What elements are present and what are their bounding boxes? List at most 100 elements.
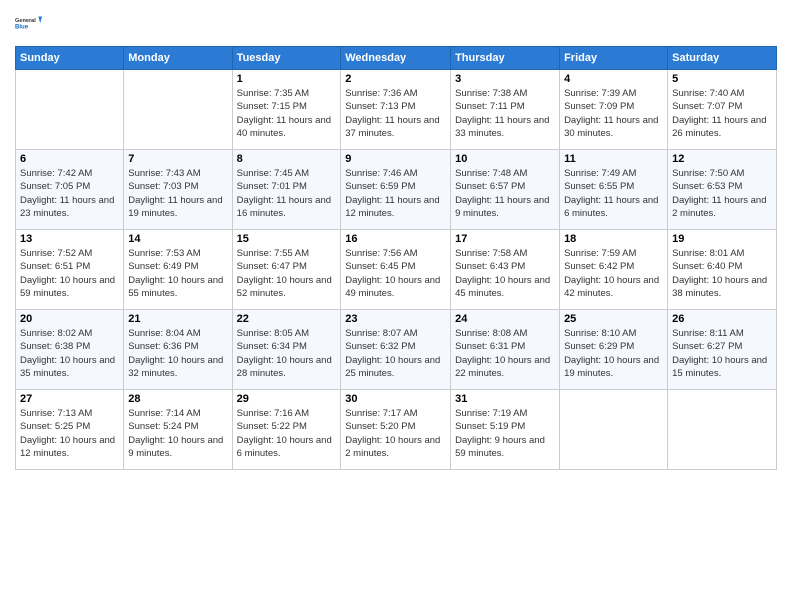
day-cell: 16 Sunrise: 7:56 AM Sunset: 6:45 PM Dayli… [341, 230, 451, 310]
day-info: Sunrise: 7:55 AM Sunset: 6:47 PM Dayligh… [237, 247, 337, 300]
day-info: Sunrise: 7:50 AM Sunset: 6:53 PM Dayligh… [672, 167, 772, 220]
day-of-week-saturday: Saturday [668, 47, 777, 70]
day-cell: 1 Sunrise: 7:35 AM Sunset: 7:15 PM Daylig… [232, 70, 341, 150]
day-info: Sunrise: 7:56 AM Sunset: 6:45 PM Dayligh… [345, 247, 446, 300]
day-cell [16, 70, 124, 150]
day-cell: 25 Sunrise: 8:10 AM Sunset: 6:29 PM Dayli… [560, 310, 668, 390]
day-number: 2 [345, 73, 446, 85]
day-cell: 28 Sunrise: 7:14 AM Sunset: 5:24 PM Dayli… [124, 390, 232, 470]
day-info: Sunrise: 7:19 AM Sunset: 5:19 PM Dayligh… [455, 407, 555, 460]
day-of-week-sunday: Sunday [16, 47, 124, 70]
day-number: 25 [564, 313, 663, 325]
day-cell: 21Sunrise: 8:04 AM Sunset: 6:36 PM Dayli… [124, 310, 232, 390]
day-number: 31 [455, 393, 555, 405]
day-info: Sunrise: 8:05 AM Sunset: 6:34 PM Dayligh… [237, 327, 337, 380]
day-info: Sunrise: 8:11 AM Sunset: 6:27 PM Dayligh… [672, 327, 772, 380]
calendar-header: SundayMondayTuesdayWednesdayThursdayFrid… [16, 47, 777, 70]
day-info: Sunrise: 7:40 AM Sunset: 7:07 PM Dayligh… [672, 87, 772, 140]
day-info: Sunrise: 7:16 AM Sunset: 5:22 PM Dayligh… [237, 407, 337, 460]
day-cell [124, 70, 232, 150]
day-cell: 18 Sunrise: 7:59 AM Sunset: 6:42 PM Dayli… [560, 230, 668, 310]
day-info: Sunrise: 7:49 AM Sunset: 6:55 PM Dayligh… [564, 167, 663, 220]
day-info: Sunrise: 7:42 AM Sunset: 7:05 PM Dayligh… [20, 167, 119, 220]
day-info: Sunrise: 7:13 AM Sunset: 5:25 PM Dayligh… [20, 407, 119, 460]
day-number: 1 [237, 73, 337, 85]
week-row-1: 1 Sunrise: 7:35 AM Sunset: 7:15 PM Daylig… [16, 70, 777, 150]
day-number: 29 [237, 393, 337, 405]
week-row-3: 13 Sunrise: 7:52 AM Sunset: 6:51 PM Dayli… [16, 230, 777, 310]
logo: General Blue [15, 10, 43, 38]
day-cell: 22 Sunrise: 8:05 AM Sunset: 6:34 PM Dayli… [232, 310, 341, 390]
day-info: Sunrise: 7:52 AM Sunset: 6:51 PM Dayligh… [20, 247, 119, 300]
day-number: 22 [237, 313, 337, 325]
day-cell: 26 Sunrise: 8:11 AM Sunset: 6:27 PM Dayli… [668, 310, 777, 390]
day-number: 17 [455, 233, 555, 245]
day-header-row: SundayMondayTuesdayWednesdayThursdayFrid… [16, 47, 777, 70]
day-cell: 23Sunrise: 8:07 AM Sunset: 6:32 PM Dayli… [341, 310, 451, 390]
day-info: Sunrise: 7:35 AM Sunset: 7:15 PM Dayligh… [237, 87, 337, 140]
day-cell: 3 Sunrise: 7:38 AM Sunset: 7:11 PM Daylig… [451, 70, 560, 150]
day-cell: 17 Sunrise: 7:58 AM Sunset: 6:43 PM Dayli… [451, 230, 560, 310]
day-cell: 27Sunrise: 7:13 AM Sunset: 5:25 PM Dayli… [16, 390, 124, 470]
day-info: Sunrise: 7:43 AM Sunset: 7:03 PM Dayligh… [128, 167, 227, 220]
day-of-week-friday: Friday [560, 47, 668, 70]
day-info: Sunrise: 7:39 AM Sunset: 7:09 PM Dayligh… [564, 87, 663, 140]
day-of-week-thursday: Thursday [451, 47, 560, 70]
calendar-body: 1 Sunrise: 7:35 AM Sunset: 7:15 PM Daylig… [16, 70, 777, 470]
day-info: Sunrise: 7:58 AM Sunset: 6:43 PM Dayligh… [455, 247, 555, 300]
day-cell: 13 Sunrise: 7:52 AM Sunset: 6:51 PM Dayli… [16, 230, 124, 310]
day-number: 15 [237, 233, 337, 245]
day-cell: 15 Sunrise: 7:55 AM Sunset: 6:47 PM Dayli… [232, 230, 341, 310]
day-number: 14 [128, 233, 227, 245]
day-info: Sunrise: 8:10 AM Sunset: 6:29 PM Dayligh… [564, 327, 663, 380]
day-info: Sunrise: 7:38 AM Sunset: 7:11 PM Dayligh… [455, 87, 555, 140]
day-number: 20 [20, 313, 119, 325]
day-info: Sunrise: 7:36 AM Sunset: 7:13 PM Dayligh… [345, 87, 446, 140]
day-number: 24 [455, 313, 555, 325]
day-cell [560, 390, 668, 470]
day-number: 4 [564, 73, 663, 85]
day-info: Sunrise: 7:45 AM Sunset: 7:01 PM Dayligh… [237, 167, 337, 220]
day-of-week-monday: Monday [124, 47, 232, 70]
day-cell: 14 Sunrise: 7:53 AM Sunset: 6:49 PM Dayli… [124, 230, 232, 310]
day-number: 18 [564, 233, 663, 245]
day-cell: 2 Sunrise: 7:36 AM Sunset: 7:13 PM Daylig… [341, 70, 451, 150]
day-cell: 20Sunrise: 8:02 AM Sunset: 6:38 PM Dayli… [16, 310, 124, 390]
day-info: Sunrise: 7:59 AM Sunset: 6:42 PM Dayligh… [564, 247, 663, 300]
day-number: 19 [672, 233, 772, 245]
logo-icon: General Blue [15, 10, 43, 38]
week-row-4: 20Sunrise: 8:02 AM Sunset: 6:38 PM Dayli… [16, 310, 777, 390]
day-number: 28 [128, 393, 227, 405]
day-number: 11 [564, 153, 663, 165]
day-cell: 10 Sunrise: 7:48 AM Sunset: 6:57 PM Dayli… [451, 150, 560, 230]
day-info: Sunrise: 7:17 AM Sunset: 5:20 PM Dayligh… [345, 407, 446, 460]
day-cell: 29 Sunrise: 7:16 AM Sunset: 5:22 PM Dayli… [232, 390, 341, 470]
day-info: Sunrise: 7:46 AM Sunset: 6:59 PM Dayligh… [345, 167, 446, 220]
day-cell: 12 Sunrise: 7:50 AM Sunset: 6:53 PM Dayli… [668, 150, 777, 230]
day-number: 10 [455, 153, 555, 165]
svg-text:General: General [15, 18, 36, 24]
day-cell: 7Sunrise: 7:43 AM Sunset: 7:03 PM Daylig… [124, 150, 232, 230]
day-info: Sunrise: 7:48 AM Sunset: 6:57 PM Dayligh… [455, 167, 555, 220]
day-info: Sunrise: 7:53 AM Sunset: 6:49 PM Dayligh… [128, 247, 227, 300]
day-info: Sunrise: 7:14 AM Sunset: 5:24 PM Dayligh… [128, 407, 227, 460]
day-number: 16 [345, 233, 446, 245]
day-number: 26 [672, 313, 772, 325]
day-number: 6 [20, 153, 119, 165]
day-cell: 19 Sunrise: 8:01 AM Sunset: 6:40 PM Dayli… [668, 230, 777, 310]
day-number: 13 [20, 233, 119, 245]
day-info: Sunrise: 8:07 AM Sunset: 6:32 PM Dayligh… [345, 327, 446, 380]
day-number: 3 [455, 73, 555, 85]
day-cell: 8Sunrise: 7:45 AM Sunset: 7:01 PM Daylig… [232, 150, 341, 230]
day-cell: 4 Sunrise: 7:39 AM Sunset: 7:09 PM Daylig… [560, 70, 668, 150]
day-cell: 30 Sunrise: 7:17 AM Sunset: 5:20 PM Dayli… [341, 390, 451, 470]
day-cell: 6 Sunrise: 7:42 AM Sunset: 7:05 PM Daylig… [16, 150, 124, 230]
day-info: Sunrise: 8:08 AM Sunset: 6:31 PM Dayligh… [455, 327, 555, 380]
svg-text:Blue: Blue [15, 25, 29, 31]
day-number: 30 [345, 393, 446, 405]
day-of-week-tuesday: Tuesday [232, 47, 341, 70]
day-number: 12 [672, 153, 772, 165]
day-number: 5 [672, 73, 772, 85]
day-number: 21 [128, 313, 227, 325]
day-info: Sunrise: 8:01 AM Sunset: 6:40 PM Dayligh… [672, 247, 772, 300]
